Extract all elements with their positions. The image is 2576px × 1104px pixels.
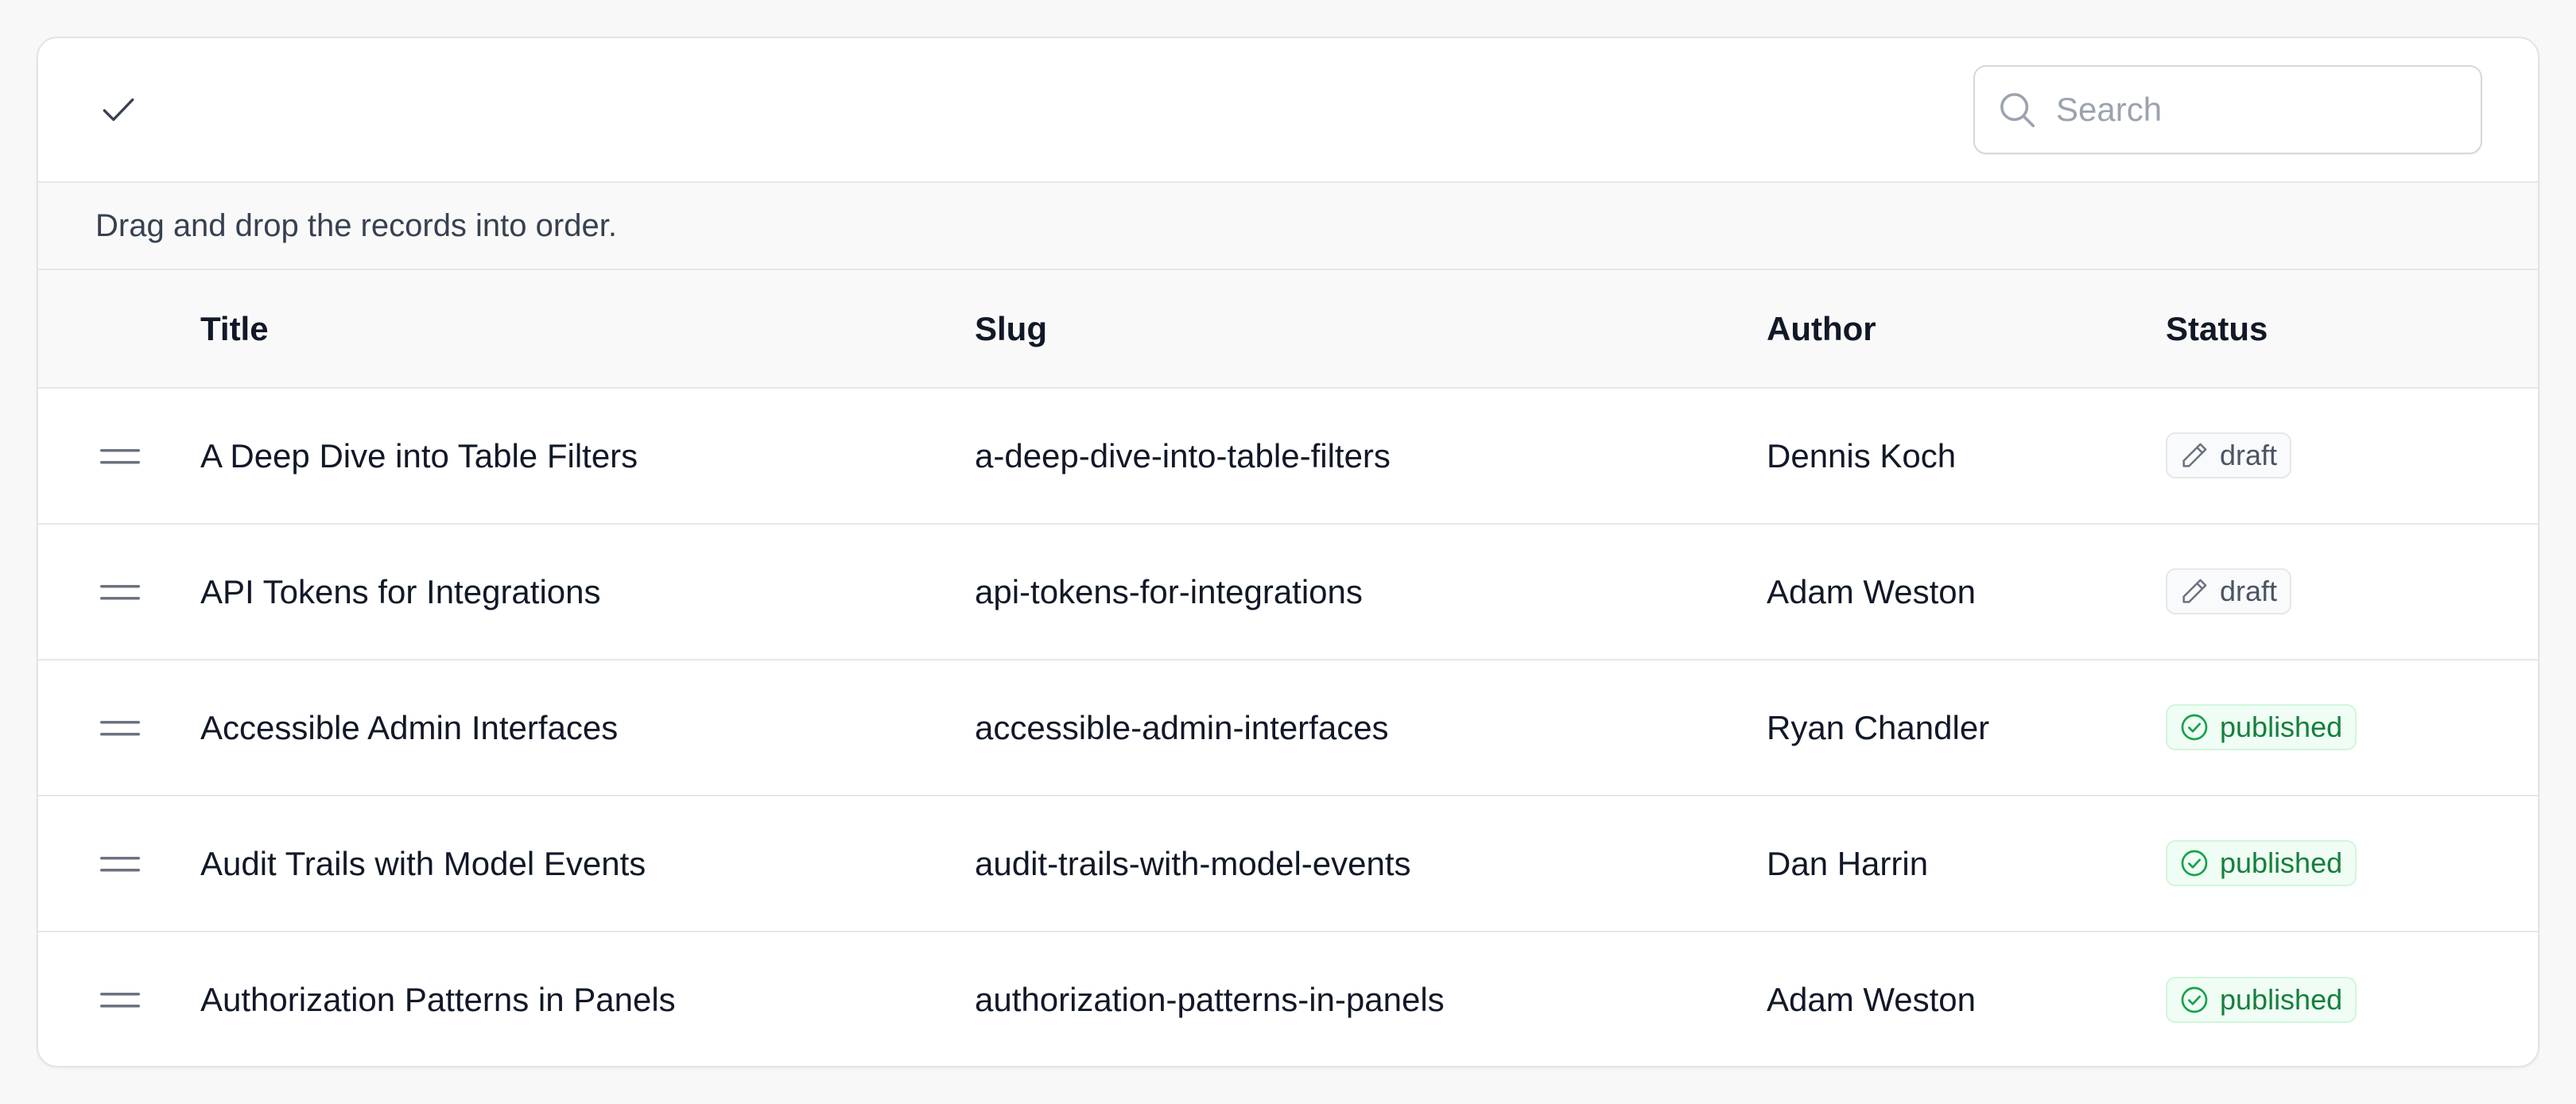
drag-handle[interactable] [38,716,200,740]
cell-author: Adam Weston [1767,981,1977,1018]
status-badge-label: draft [2220,575,2278,607]
column-header-slug[interactable]: Slug [975,270,1767,389]
cell-slug: accessible-admin-interfaces [975,708,1389,746]
cell-title: A Deep Dive into Table Filters [200,436,638,475]
cell-slug: audit-trails-with-model-events [975,844,1411,882]
drag-handle-icon [100,448,140,463]
check-circle-icon [2178,984,2220,1016]
status-badge-label: published [2220,846,2343,879]
cell-author: Adam Weston [1767,572,1977,610]
status-badge: published [2166,704,2357,750]
table-body: A Deep Dive into Table Filters a-deep-di… [38,388,2538,1066]
cell-author: Ryan Chandler [1767,708,1990,746]
drag-handle-icon [100,856,140,871]
drag-handle-icon [100,720,140,735]
cell-title: API Tokens for Integrations [200,572,601,610]
cell-slug: authorization-patterns-in-panels [975,981,1445,1018]
drag-handle-icon [100,584,140,599]
check-circle-icon [2178,847,2220,879]
cell-title: Authorization Patterns in Panels [200,981,676,1018]
finish-reordering-button[interactable] [97,88,140,131]
table-row[interactable]: A Deep Dive into Table Filters a-deep-di… [38,388,2538,524]
reorder-hint: Drag and drop the records into order. [38,183,2538,270]
table-row[interactable]: API Tokens for Integrations api-tokens-f… [38,524,2538,660]
status-badge-label: published [2220,982,2343,1016]
search-input[interactable] [2056,91,2469,129]
check-icon [103,98,134,122]
status-badge: published [2166,840,2357,886]
cell-author: Dennis Koch [1767,436,1957,475]
table-row[interactable]: Accessible Admin Interfaces accessible-a… [38,660,2538,796]
cell-slug: a-deep-dive-into-table-filters [975,436,1391,475]
cell-author: Dan Harrin [1767,844,1929,882]
drag-handle[interactable] [38,444,200,468]
drag-handle[interactable] [38,580,200,604]
table-toolbar [38,38,2538,183]
pencil-icon [2178,440,2220,471]
column-header-handle [38,270,200,389]
status-badge-label: published [2220,711,2343,743]
status-badge: published [2166,976,2357,1023]
table-row[interactable]: Audit Trails with Model Events audit-tra… [38,796,2538,932]
status-badge: draft [2166,568,2292,614]
check-circle-icon [2178,711,2220,743]
drag-handle-icon [100,993,140,1008]
table-row[interactable]: Authorization Patterns in Panels authori… [38,932,2538,1066]
status-badge: draft [2166,432,2292,478]
column-header-title[interactable]: Title [200,270,975,389]
cell-title: Audit Trails with Model Events [200,844,646,882]
pencil-icon [2178,575,2220,607]
drag-handle[interactable] [38,852,200,876]
cell-title: Accessible Admin Interfaces [200,708,619,746]
search-icon [2000,93,2035,128]
reorder-table-card: Drag and drop the records into order. Ti… [37,37,2539,1067]
status-badge-label: draft [2220,439,2278,471]
records-table: Title Slug Author Status A Deep Dive int… [38,270,2538,1066]
drag-handle[interactable] [38,988,200,1012]
cell-slug: api-tokens-for-integrations [975,572,1363,610]
column-header-status[interactable]: Status [2166,270,2538,389]
table-header-row: Title Slug Author Status [38,270,2538,389]
column-header-author[interactable]: Author [1767,270,2166,389]
search-field[interactable] [1973,65,2482,154]
